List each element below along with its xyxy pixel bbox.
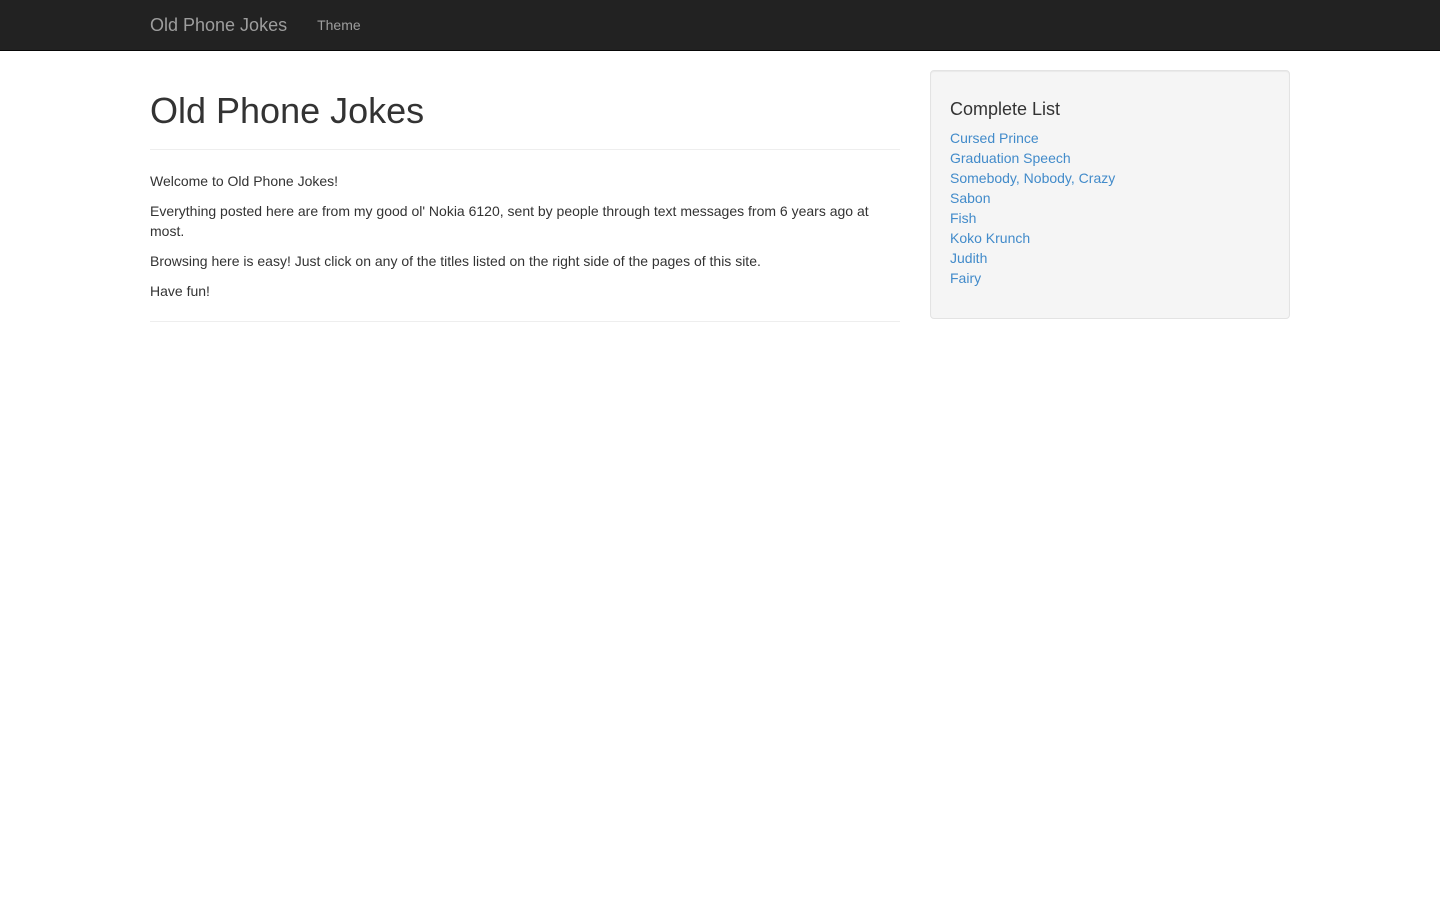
joke-list: Cursed Prince Graduation Speech Somebody…	[950, 128, 1270, 288]
page-title: Old Phone Jokes	[150, 90, 425, 131]
intro-paragraph-have-fun: Have fun!	[150, 283, 210, 299]
intro-paragraph-welcome: Welcome to Old Phone Jokes!	[150, 173, 339, 189]
joke-link-sabon[interactable]: Sabon	[950, 190, 990, 206]
intro-paragraph-source: Everything posted here are from my good …	[150, 203, 869, 239]
content-divider	[150, 321, 900, 322]
list-item: Sabon	[950, 188, 1270, 208]
joke-link-cursed-prince[interactable]: Cursed Prince	[950, 130, 1039, 146]
sidebar-title: Complete List	[950, 99, 1061, 119]
navbar-brand-link[interactable]: Old Phone Jokes	[150, 0, 287, 50]
list-item: Graduation Speech	[950, 148, 1270, 168]
main-content: Old Phone Jokes Welcome to Old Phone Jok…	[150, 51, 900, 322]
list-item: Fairy	[950, 268, 1270, 288]
joke-link-somebody-nobody-crazy[interactable]: Somebody, Nobody, Crazy	[950, 170, 1115, 186]
intro-paragraph-browsing: Browsing here is easy! Just click on any…	[150, 253, 761, 269]
top-navbar: Old Phone Jokes Theme	[0, 0, 1440, 51]
list-item: Somebody, Nobody, Crazy	[950, 168, 1270, 188]
intro-text: Welcome to Old Phone Jokes! Everything p…	[150, 171, 900, 301]
list-item: Fish	[950, 208, 1270, 228]
joke-link-fairy[interactable]: Fairy	[950, 270, 981, 286]
joke-link-koko-krunch[interactable]: Koko Krunch	[950, 230, 1030, 246]
list-item: Koko Krunch	[950, 228, 1270, 248]
list-item: Cursed Prince	[950, 128, 1270, 148]
navbar-container: Old Phone Jokes Theme	[150, 0, 361, 50]
title-divider	[150, 149, 900, 150]
joke-link-graduation-speech[interactable]: Graduation Speech	[950, 150, 1071, 166]
nav-link-theme[interactable]: Theme	[317, 0, 361, 50]
joke-link-judith[interactable]: Judith	[950, 250, 987, 266]
sidebar-well: Complete List Cursed Prince Graduation S…	[930, 70, 1290, 319]
joke-link-fish[interactable]: Fish	[950, 210, 976, 226]
list-item: Judith	[950, 248, 1270, 268]
